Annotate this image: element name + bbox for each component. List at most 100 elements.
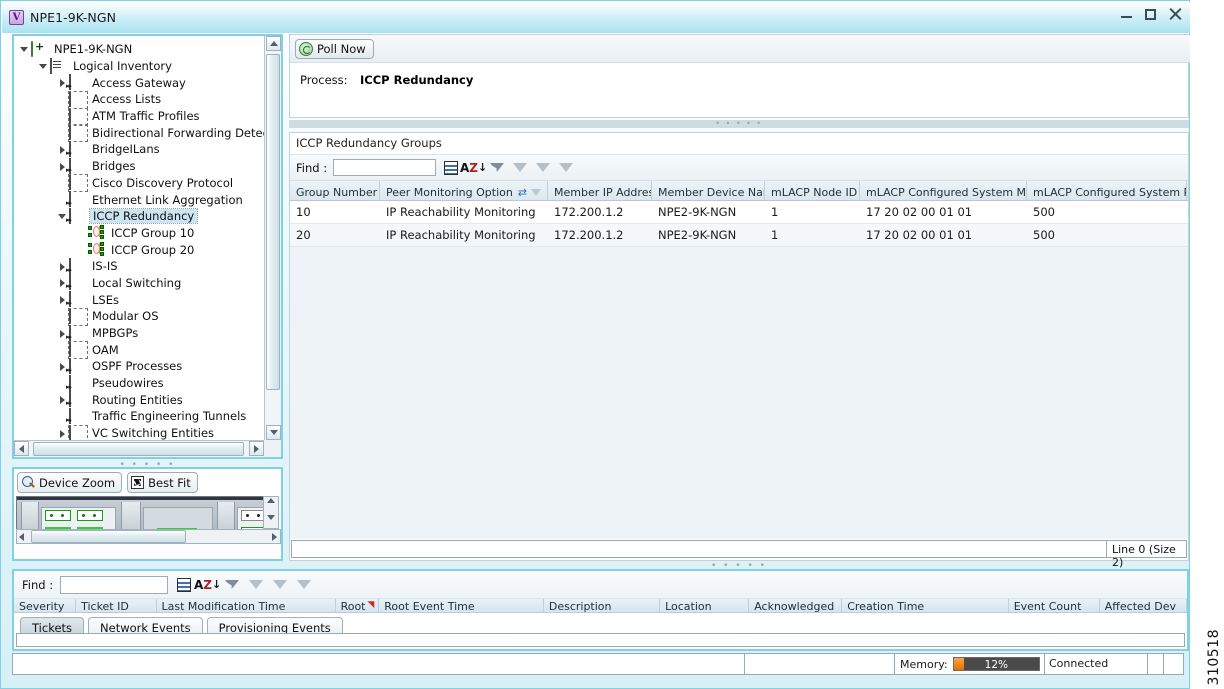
table-cell: 500 [1033,205,1055,219]
tree-vertical-scrollbar[interactable] [264,36,281,440]
tickets-column-header[interactable]: Affected Dev [1100,599,1187,612]
inventory-tree[interactable]: NPE1-9K-NGNLogical Inventory▸▸Access Gat… [14,36,264,440]
tree-scroll-down-button[interactable] [266,425,281,440]
tree-scroll-left-button[interactable] [14,441,29,456]
tree-item-npe1-9k-ngn[interactable]: NPE1-9K-NGN [14,40,264,58]
grid-column-header[interactable]: Member Device Name [652,181,765,200]
previous-filter-icon[interactable] [271,576,288,593]
tree-hscroll-thumb[interactable] [33,442,244,456]
poll-now-button[interactable]: Poll Now [295,38,374,59]
tree-item-bidirectional-forwarding-detect[interactable]: Bidirectional Forwarding Detect [14,124,264,141]
tree-item-bridges[interactable]: ▸▸ Bridges [14,157,264,175]
tree-item-routing-entities[interactable]: ▸▸ Routing Entities [14,391,264,408]
close-icon[interactable] [1169,8,1182,21]
tree-item-ethernet-link-aggregation[interactable]: ▸▸ Ethernet Link Aggregation [14,191,264,208]
tree-item-cisco-discovery-protocol[interactable]: Cisco Discovery Protocol [14,174,264,192]
page-margin: 310518 [1190,0,1224,689]
best-fit-button[interactable]: Best Fit [127,472,198,493]
clear-filter-icon[interactable] [247,576,264,593]
logical-inventory-icon [50,57,68,74]
tickets-header-row[interactable]: Severity Ticket ID Last Modification Time R… [14,599,1187,613]
table-cell: 172.200.1.2 [554,205,624,219]
device-horizontal-scrollbar[interactable] [16,529,281,544]
tickets-column-header[interactable]: Root ◥ [336,599,380,612]
tree-item-atm-traffic-profiles[interactable]: ATM Traffic Profiles [14,107,264,125]
tickets-column-header[interactable]: Event Count [1009,599,1100,612]
filter-icon[interactable] [223,576,240,593]
minimize-icon[interactable] [1121,9,1132,20]
grid-column-header[interactable]: mLACP Node ID [765,181,860,200]
tree-item-iccp-group-20[interactable]: ICCP Group 20 [14,241,264,258]
tree-item-local-switching[interactable]: ▸▸ Local Switching [14,274,264,292]
export-table-icon[interactable] [175,576,192,593]
best-fit-label: Best Fit [148,475,191,490]
tree-horizontal-scrollbar[interactable] [14,440,264,457]
table-blue-icon [69,174,87,191]
chevron-down-icon[interactable] [18,43,31,56]
tickets-find-input[interactable] [60,575,169,594]
tree-item-iccp-group-10[interactable]: ICCP Group 10 [14,225,264,242]
next-filter-icon[interactable] [557,159,574,176]
device-vertical-scrollbar[interactable] [263,496,279,529]
filter-icon[interactable] [488,159,505,176]
previous-filter-icon[interactable] [534,159,551,176]
grid-column-label: mLACP Configured System MAC [866,185,1027,199]
tree-item-pseudowires[interactable]: ▸▸ Pseudowires [14,374,264,392]
grid-header-row[interactable]: Group Number Peer Monitoring Option ⇄ Membe… [290,181,1188,201]
tree-item-is-is[interactable]: ▸▸ IS-IS [14,257,264,275]
next-filter-icon[interactable] [295,576,312,593]
tree-scroll-right-button[interactable] [249,441,264,456]
grid-title: ICCP Redundancy Groups [290,133,1188,155]
tree-item-lses[interactable]: ▸▸ LSEs [14,291,264,308]
tickets-column-header[interactable]: Ticket ID [76,599,157,612]
tree-item-bridgeilans[interactable]: ▸▸ BridgeILans [14,140,264,158]
tree-item-vc-switching-entities[interactable]: VC Switching Entities [14,424,264,440]
severity-flag-icon: ◥ [367,600,375,610]
maximize-icon[interactable] [1145,9,1156,20]
tickets-column-label: Ticket ID [81,600,129,612]
tree-item-label: IS-IS [92,259,118,274]
tree-item-oam[interactable]: OAM [14,341,264,358]
tickets-column-header[interactable]: Location [660,599,750,612]
grid-column-header[interactable]: mLACP Configured System Priority [1027,181,1187,200]
tree-scroll-up-button[interactable] [266,36,281,51]
grid-find-input[interactable] [333,159,437,176]
grid-column-header[interactable]: Peer Monitoring Option ⇄ [380,181,548,200]
sort-az-icon[interactable]: A Z ↓ [460,159,487,176]
status-indicator-1 [1148,653,1164,675]
device-toolbar: Device Zoom Best Fit [17,472,198,493]
tree-item-traffic-engineering-tunnels[interactable]: ▸▸ Traffic Engineering Tunnels [14,407,264,425]
sort-toggle-icon[interactable]: ⇄ [518,186,527,199]
table-row[interactable]: 20 IP Reachability Monitoring 172.200.1.2 N… [290,224,1188,247]
tickets-column-header[interactable]: Root Event Time [379,599,544,612]
column-filter-icon[interactable] [531,188,541,196]
right-splitter-handle[interactable]: • • • • • [289,120,1189,128]
tree-item-ospf-processes[interactable]: ▸▸ OSPF Processes [14,357,264,375]
tickets-column-header[interactable]: Creation Time [842,599,1009,612]
tree-item-iccp-redundancy[interactable]: ▸▸ ICCP Redundancy [14,207,264,225]
grid-body[interactable]: 10 IP Reachability Monitoring 172.200.1.2 N… [290,201,1188,247]
device-zoom-button[interactable]: Device Zoom [17,472,123,493]
export-table-icon[interactable] [442,159,459,176]
clear-filter-icon[interactable] [511,159,528,176]
tickets-column-header[interactable]: Severity [14,599,77,612]
grid-column-header[interactable]: mLACP Configured System MAC [860,181,1027,200]
grid-column-header[interactable]: Group Number [290,181,380,200]
tree-item-access-lists[interactable]: Access Lists [14,90,264,108]
tree-item-mpbgps[interactable]: ▸▸ MPBGPs [14,324,264,342]
tickets-column-header[interactable]: Description [544,599,661,612]
table-row[interactable]: 10 IP Reachability Monitoring 172.200.1.2 N… [290,201,1188,224]
memory-indicator: Memory: 12% [895,653,1045,675]
table-cell: NPE2-9K-NGN [658,205,737,219]
tree-scroll-thumb[interactable] [266,54,280,390]
chevron-down-icon[interactable] [37,60,50,73]
tree-item-logical-inventory[interactable]: Logical Inventory [14,57,264,75]
grid-column-header[interactable]: Member IP Address [548,181,652,200]
sort-az-icon[interactable]: A Z ↓ [194,576,221,593]
tickets-column-header[interactable]: Last Modification Time [157,599,336,612]
device-hscroll-thumb[interactable] [31,530,186,543]
tree-item-modular-os[interactable]: Modular OS [14,307,264,325]
tree-item-access-gateway[interactable]: ▸▸ Access Gateway [14,74,264,91]
tickets-column-header[interactable]: Acknowledged [749,599,843,612]
